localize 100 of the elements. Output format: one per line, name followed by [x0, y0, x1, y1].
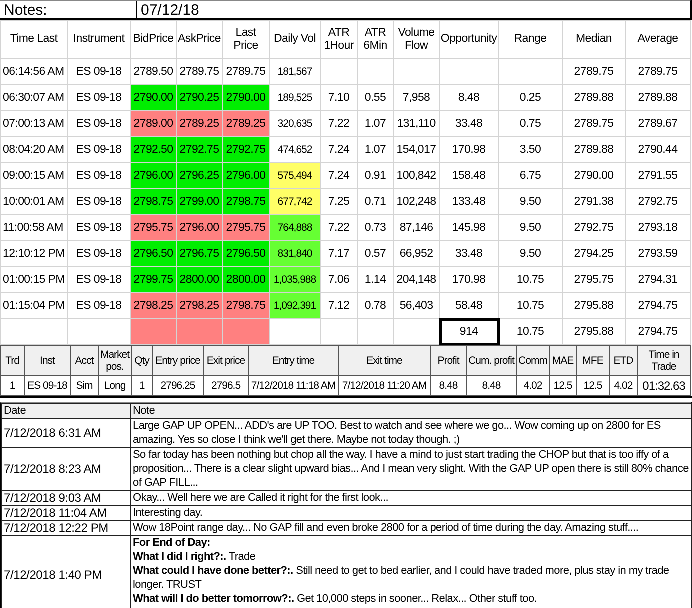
column-header: Average	[626, 20, 690, 58]
table-cell: 1.07	[358, 136, 394, 162]
table-cell: 320,635	[270, 110, 320, 136]
table-cell: 2793.59	[626, 240, 690, 266]
table-cell: Sim	[70, 376, 98, 396]
table-cell: 11:00:58 AM	[0, 214, 68, 240]
table-cell: 1,092,391	[270, 292, 320, 318]
table-cell: 2790.00	[130, 84, 176, 110]
table-cell: 181,567	[270, 58, 320, 84]
column-header[interactable]: Inst	[24, 346, 70, 376]
column-header: Median	[562, 20, 626, 58]
column-header: ATR 6Min	[358, 20, 394, 58]
table-cell: 7.12	[320, 292, 358, 318]
table-cell: 9.50	[498, 240, 562, 266]
table-cell: 2798.75	[222, 188, 270, 214]
table-cell: 1.14	[358, 266, 394, 292]
column-header[interactable]: Note	[130, 404, 692, 418]
table-cell: 2799.75	[130, 266, 176, 292]
column-header: Time Last	[0, 20, 68, 58]
table-cell: 08:04:20 AM	[0, 136, 68, 162]
table-cell: 10.75	[498, 292, 562, 318]
note-text: So far today has been nothing but chop all the way. I have a mind to just start trading the CHOP but that is too iffy of a proposition... There is a clear slight upward bias... And I mean very slight. With the GAP UP open there is still 80% chance of GAP FILL...	[133, 448, 689, 490]
table-cell: 2794.31	[626, 266, 690, 292]
table-cell: 3.50	[498, 136, 562, 162]
table-cell: 2792.75	[176, 136, 222, 162]
table-cell: 2790.25	[176, 84, 222, 110]
column-header: Instrument	[68, 20, 130, 58]
column-header[interactable]: Comm	[516, 346, 550, 376]
column-header[interactable]: Profit	[430, 346, 466, 376]
table-cell: 2794.25	[562, 240, 626, 266]
table-cell: 2791.55	[626, 162, 690, 188]
table-cell: 12.5	[550, 376, 576, 396]
note-text: Okay... Well here we are Called it right for the first look...	[133, 491, 390, 505]
table-cell: 1.07	[358, 110, 394, 136]
column-header[interactable]: Market pos.	[98, 346, 132, 376]
column-header[interactable]: Cum. profit	[466, 346, 516, 376]
column-header[interactable]: Date	[2, 404, 130, 418]
table-cell: 2798.25	[176, 292, 222, 318]
table-cell: 2796.75	[176, 240, 222, 266]
table-cell: 9.50	[498, 188, 562, 214]
table-cell: 2790.44	[626, 136, 690, 162]
table-cell: 2800.00	[222, 266, 270, 292]
table-cell: 914	[440, 318, 498, 344]
table-cell: 2796.50	[222, 240, 270, 266]
table-cell: 01:15:04 PM	[0, 292, 68, 318]
column-header[interactable]: ETD	[610, 346, 638, 376]
column-header[interactable]: MFE	[576, 346, 610, 376]
table-cell: 1	[132, 376, 152, 396]
column-header[interactable]: Entry time	[248, 346, 338, 376]
column-header[interactable]: MAE	[550, 346, 576, 376]
table-cell: 831,840	[270, 240, 320, 266]
column-header: Opportunity	[440, 20, 498, 58]
table-cell: 7/12/2018 11:20 AM	[338, 376, 430, 396]
table-cell: 2794.75	[626, 292, 690, 318]
table-cell: 2789.67	[626, 110, 690, 136]
column-header[interactable]: Entry price	[152, 346, 204, 376]
table-cell: 2796.00	[130, 162, 176, 188]
table-cell: 87,146	[394, 214, 440, 240]
table-cell: 158.48	[440, 162, 498, 188]
table-cell: 7.10	[320, 84, 358, 110]
table-cell: 01:00:15 PM	[0, 266, 68, 292]
table-cell: 2795.75	[130, 214, 176, 240]
table-cell: 133.48	[440, 188, 498, 214]
table-cell: 2795.88	[562, 292, 626, 318]
column-header[interactable]: Exit price	[204, 346, 248, 376]
table-cell: 10.75	[498, 266, 562, 292]
table-cell: 2791.38	[562, 188, 626, 214]
column-header: Last Price	[222, 20, 270, 58]
table-cell: 0.78	[358, 292, 394, 318]
column-header[interactable]: Time in Trade	[638, 346, 690, 376]
table-cell: 66,952	[394, 240, 440, 266]
table-cell: 2796.25	[176, 162, 222, 188]
table-cell: 2789.88	[562, 84, 626, 110]
table-cell: 0.73	[358, 214, 394, 240]
column-header[interactable]: Qty	[132, 346, 152, 376]
table-cell: 7.17	[320, 240, 358, 266]
notes-label: Notes:	[0, 1, 137, 18]
table-cell: 7.25	[320, 188, 358, 214]
table-cell: 2790.00	[222, 84, 270, 110]
table-cell: 2789.25	[176, 110, 222, 136]
table-cell: 170.98	[440, 266, 498, 292]
table-cell: 2796.00	[222, 162, 270, 188]
column-header[interactable]: Acct	[70, 346, 98, 376]
date-cell: 7/12/2018 6:31 AM	[2, 418, 130, 448]
column-header[interactable]: Exit time	[338, 346, 430, 376]
table-cell: 06:30:07 AM	[0, 84, 68, 110]
table-cell: 2798.75	[222, 292, 270, 318]
table-cell: 01:32.63	[638, 376, 690, 396]
table-cell: 2789.75	[562, 110, 626, 136]
column-header: ATR 1Hour	[320, 20, 358, 58]
table-cell: 8.48	[466, 376, 516, 396]
table-cell: 575,494	[270, 162, 320, 188]
table-cell: 2796.50	[130, 240, 176, 266]
table-cell: 56,403	[394, 292, 440, 318]
table-cell: 12.5	[576, 376, 610, 396]
table-cell: 4.02	[610, 376, 638, 396]
date-cell: 7/12/2018 9:03 AM	[2, 490, 130, 506]
column-header[interactable]: Trd	[0, 346, 24, 376]
date-cell: 7/12/2018 1:40 PM	[2, 536, 130, 608]
table-cell: 7,958	[394, 84, 440, 110]
